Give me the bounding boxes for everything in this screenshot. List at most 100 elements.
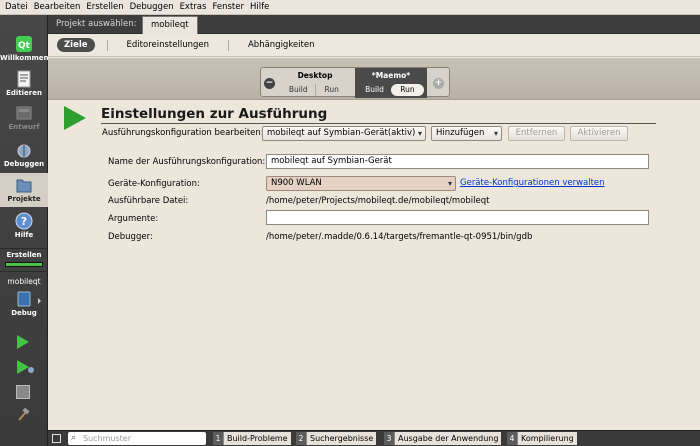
executable-value: /home/peter/Projects/mobileqt.de/mobileq… <box>266 196 490 206</box>
toggle-sidebar-button[interactable] <box>52 434 61 443</box>
activate-run-config-button[interactable]: Aktivieren <box>570 126 628 141</box>
mode-projects-label: Projekte <box>7 195 41 203</box>
locator-search-input[interactable]: ⌕ Suchmuster <box>68 432 206 445</box>
build-all-icon[interactable] <box>16 385 30 399</box>
target-band: − Desktop Build Run *Maemo* Build Run + <box>48 58 700 100</box>
debugger-value: /home/peter/.madde/0.6.14/targets/freman… <box>266 232 533 242</box>
run-settings-panel: Einstellungen zur Ausführung Ausführungs… <box>48 100 700 430</box>
target-desktop-run[interactable]: Run <box>314 84 349 96</box>
remove-run-config-button[interactable]: Entfernen <box>508 126 565 141</box>
device-icon <box>17 291 31 307</box>
target-desktop[interactable]: Desktop Build Run <box>279 68 351 98</box>
help-question-icon: ? <box>15 212 33 230</box>
debugger-label: Debugger: <box>108 232 153 242</box>
build-progress-fill <box>6 263 42 266</box>
pane-compile-output[interactable]: 4 Kompilierung <box>507 432 577 445</box>
config-name-label: Name der Ausführungskonfiguration: <box>108 157 266 167</box>
target-selector-widget: − Desktop Build Run *Maemo* Build Run + <box>260 67 450 98</box>
settings-subtabs: Ziele Editoreinstellungen Abhängigkeiten <box>48 34 700 57</box>
output-pane-bar: ⌕ Suchmuster 1 Build-Probleme 2 Sucherge… <box>48 430 700 446</box>
pane-label: Kompilierung <box>517 432 577 445</box>
menu-help[interactable]: Hilfe <box>247 2 272 12</box>
pane-search-results[interactable]: 2 Suchergebnisse <box>296 432 377 445</box>
page-title: Einstellungen zur Ausführung <box>101 106 328 122</box>
target-selector-label: Debug <box>11 309 37 317</box>
sidebar-divider <box>0 248 48 249</box>
mode-edit[interactable]: Editieren <box>0 70 48 97</box>
target-expand-arrow-icon[interactable] <box>38 298 41 304</box>
config-name-field[interactable]: mobileqt auf Symbian-Gerät <box>266 154 649 169</box>
tab-targets[interactable]: Ziele <box>57 38 95 52</box>
tab-dependencies[interactable]: Abhängigkeiten <box>241 38 322 52</box>
pane-number: 1 <box>213 432 223 445</box>
pane-application-output[interactable]: 3 Ausgabe der Anwendung <box>384 432 502 445</box>
arguments-field[interactable] <box>266 210 649 225</box>
chevron-down-icon: ▾ <box>493 129 498 138</box>
target-maemo-build[interactable]: Build <box>358 84 391 96</box>
chevron-down-icon: ▾ <box>417 129 422 138</box>
pane-build-issues[interactable]: 1 Build-Probleme <box>213 432 291 445</box>
pane-label: Suchergebnisse <box>306 432 377 445</box>
menu-file[interactable]: Datei <box>2 2 31 12</box>
mode-welcome-label: Willkommen <box>0 54 49 62</box>
mode-design[interactable]: Entwurf <box>0 104 48 131</box>
mode-design-label: Entwurf <box>8 123 40 131</box>
run-icon[interactable] <box>17 335 29 349</box>
project-tab-mobileqt[interactable]: mobileqt <box>142 16 198 34</box>
mode-welcome[interactable]: Qt Willkommen <box>0 35 49 62</box>
build-hammer-icon[interactable] <box>16 407 30 422</box>
pane-label: Build-Probleme <box>223 432 291 445</box>
manage-device-configs-link[interactable]: Geräte-Konfigurationen verwalten <box>460 178 605 188</box>
debug-bug-icon <box>17 144 31 158</box>
device-config-label: Geräte-Konfiguration: <box>108 179 200 189</box>
active-project-name: mobileqt <box>7 277 41 286</box>
svg-text:?: ? <box>21 215 27 228</box>
pane-label: Ausgabe der Anwendung <box>394 432 502 445</box>
svg-text:Qt: Qt <box>18 41 31 51</box>
chevron-down-icon: ▾ <box>447 179 452 188</box>
edit-document-icon <box>17 70 31 88</box>
menu-debug[interactable]: Debuggen <box>127 2 177 12</box>
menu-tools[interactable]: Extras <box>177 2 210 12</box>
run-settings-icon <box>64 106 86 130</box>
add-target-button[interactable]: + <box>433 78 444 89</box>
tab-editor-settings[interactable]: Editoreinstellungen <box>120 38 216 52</box>
tab-separator <box>106 39 108 51</box>
title-underline <box>101 123 656 124</box>
mode-debug[interactable]: Debuggen <box>0 141 48 168</box>
device-config-select[interactable]: N900 WLAN ▾ <box>266 176 456 191</box>
mode-edit-label: Editieren <box>6 89 42 97</box>
pane-number: 3 <box>384 432 394 445</box>
menu-build[interactable]: Erstellen <box>83 2 126 12</box>
sidebar-divider <box>0 271 48 272</box>
locator-search-placeholder: Suchmuster <box>83 434 131 443</box>
target-desktop-build[interactable]: Build <box>282 84 315 96</box>
search-icon: ⌕ <box>71 433 77 443</box>
add-run-config-button[interactable]: Hinzufügen ▾ <box>431 126 502 141</box>
device-config-value: N900 WLAN <box>271 178 322 188</box>
target-maemo[interactable]: *Maemo* Build Run <box>355 68 427 98</box>
project-select-label: Projekt auswählen: <box>56 19 137 29</box>
executable-label: Ausführbare Datei: <box>108 196 189 206</box>
pane-number: 2 <box>296 432 306 445</box>
target-maemo-run[interactable]: Run <box>391 84 424 96</box>
remove-target-button[interactable]: − <box>264 78 275 89</box>
qt-logo-icon: Qt <box>16 36 32 52</box>
debug-run-icon[interactable] <box>17 360 29 374</box>
menu-edit[interactable]: Bearbeiten <box>31 2 84 12</box>
mode-debug-label: Debuggen <box>3 160 45 168</box>
add-run-config-label: Hinzufügen <box>436 128 485 138</box>
mode-projects[interactable]: Projekte <box>0 173 48 207</box>
target-maemo-title: *Maemo* <box>371 71 411 80</box>
build-progress-bar <box>5 262 43 267</box>
target-desktop-title: Desktop <box>297 71 333 80</box>
mode-help-label: Hilfe <box>14 231 34 239</box>
menu-window[interactable]: Fenster <box>209 2 247 12</box>
run-config-select-value: mobileqt auf Symbian-Gerät(aktiv) <box>267 128 416 138</box>
mode-sidebar: Qt Willkommen Editieren Entwurf Debuggen… <box>0 15 49 446</box>
mode-help[interactable]: ? Hilfe <box>0 212 48 239</box>
run-config-select[interactable]: mobileqt auf Symbian-Gerät(aktiv) ▾ <box>262 126 426 141</box>
run-config-edit-label: Ausführungskonfiguration bearbeiten: <box>102 128 264 138</box>
pane-number: 4 <box>507 432 517 445</box>
folder-icon <box>16 179 32 193</box>
